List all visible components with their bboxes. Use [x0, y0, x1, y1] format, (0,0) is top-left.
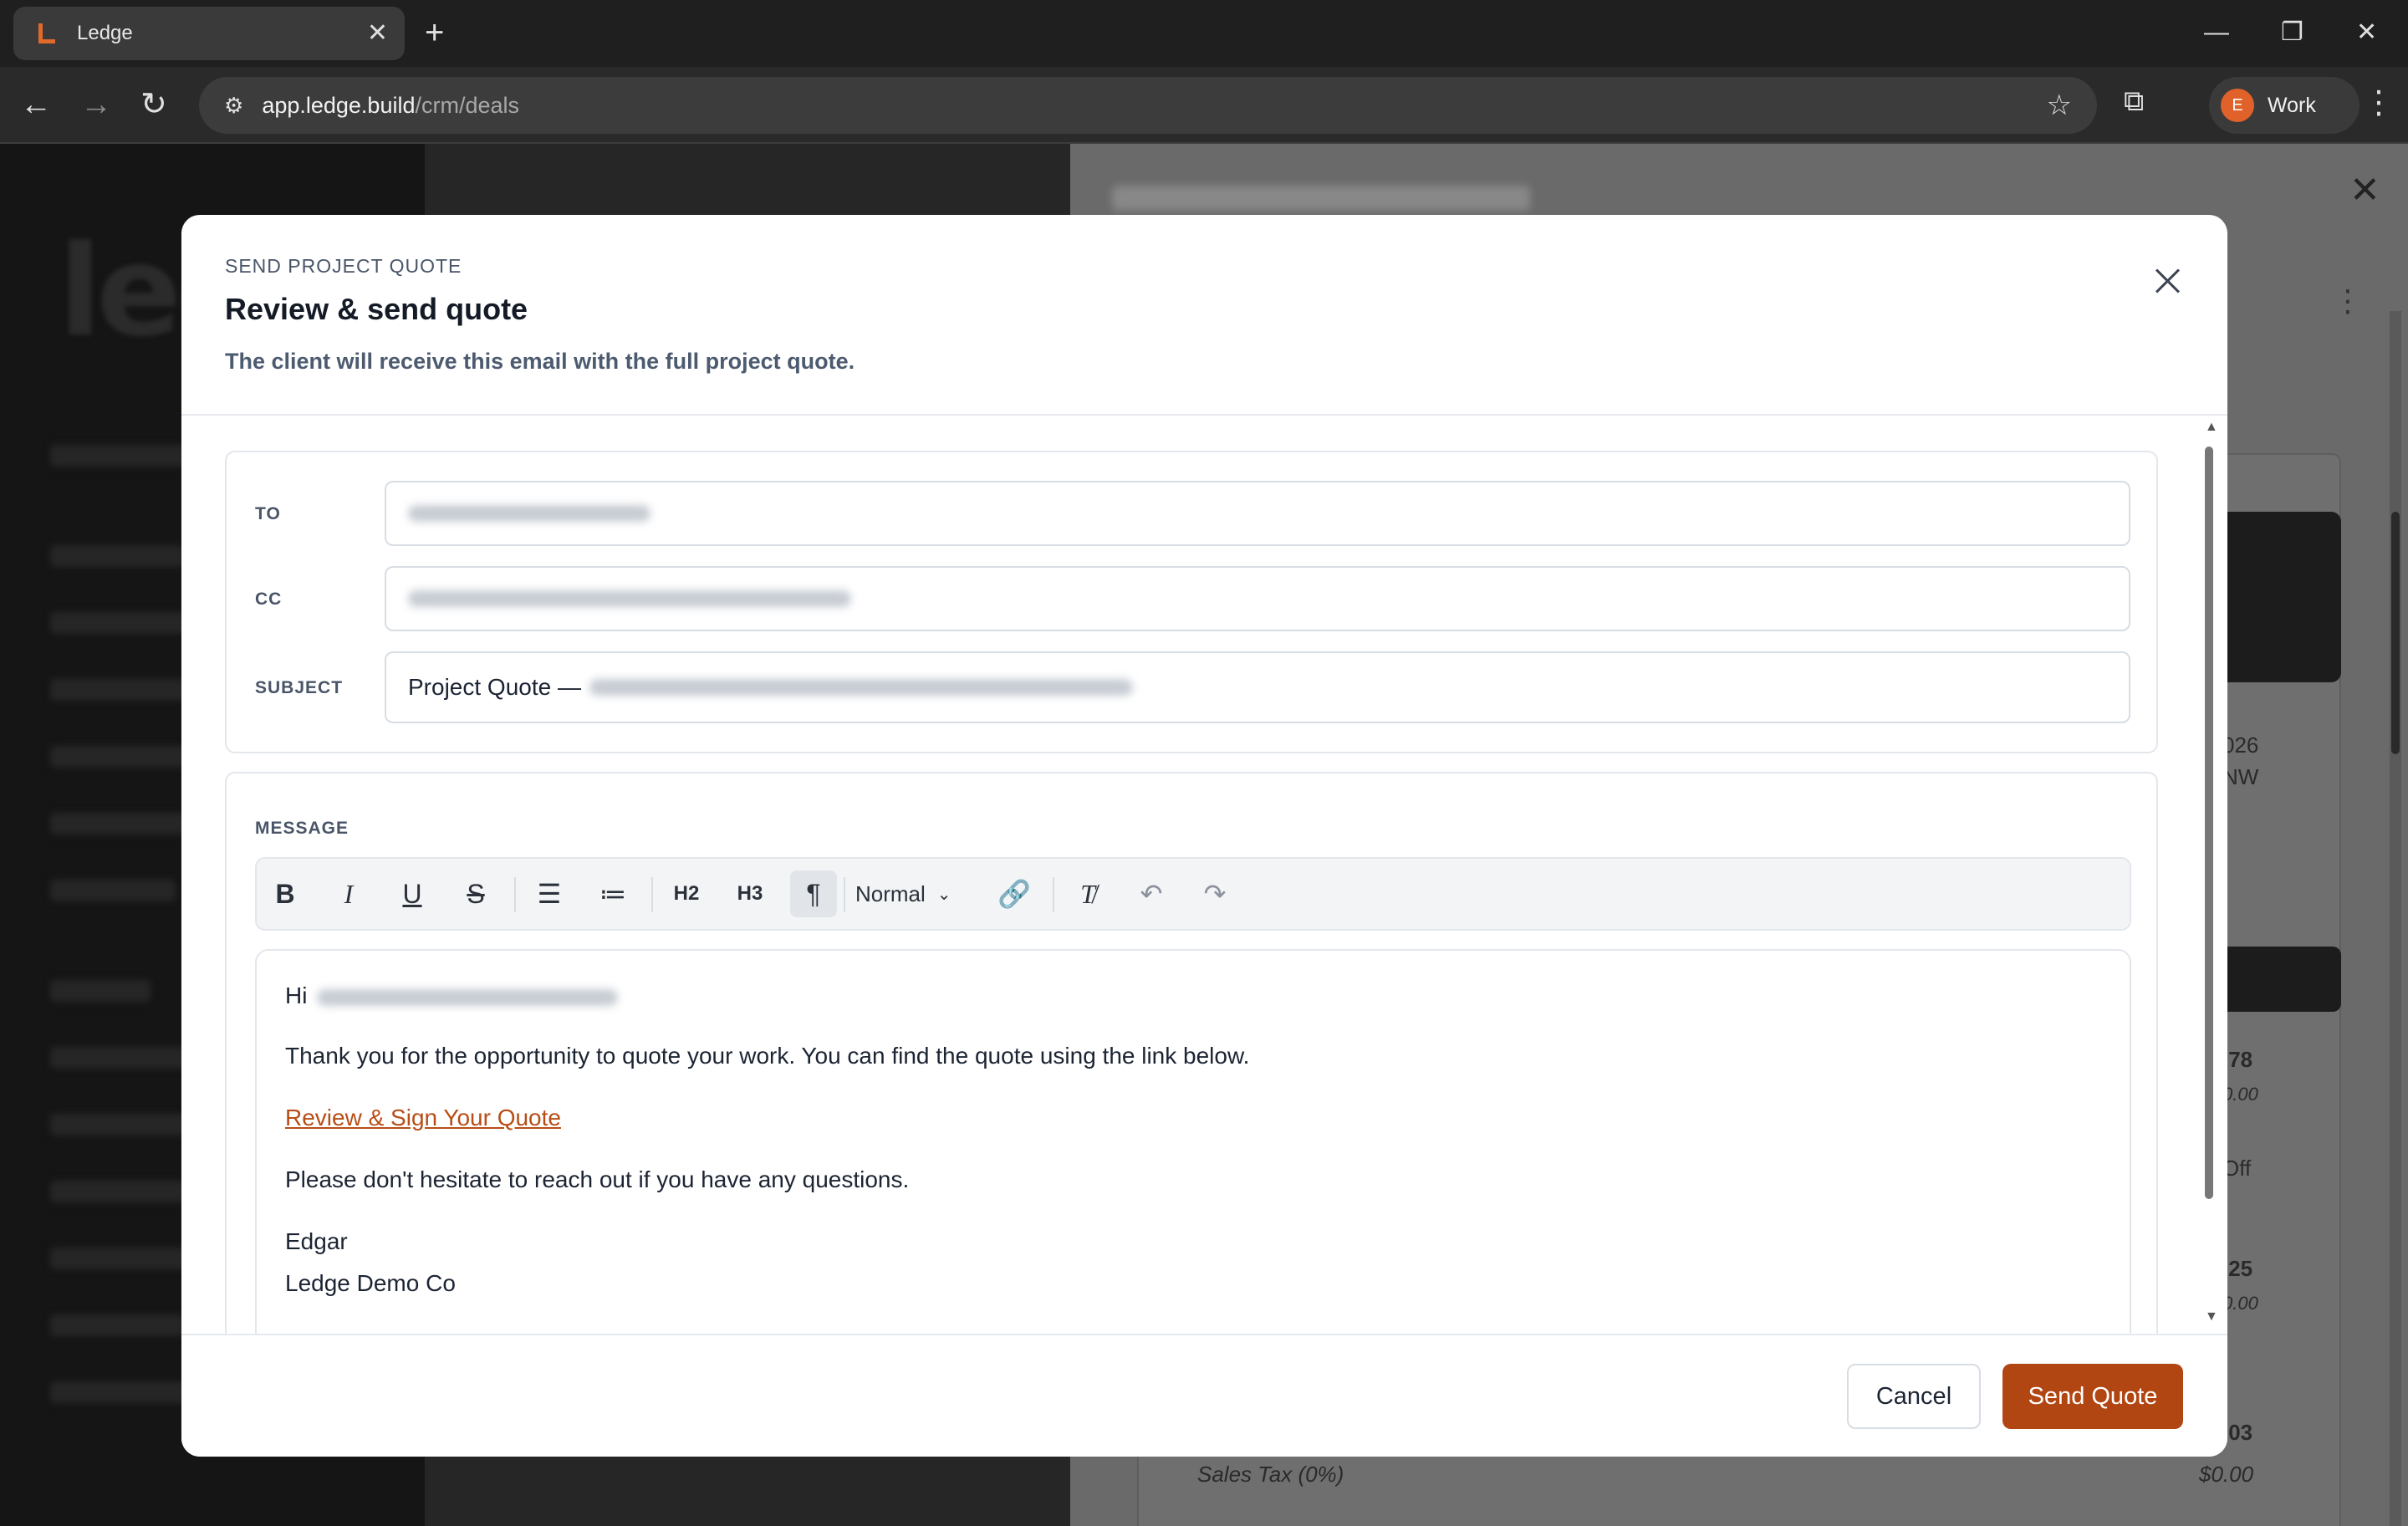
signature-company: Ledge Demo Co — [285, 1270, 456, 1296]
modal-subtitle: The client will receive this email with … — [225, 349, 855, 374]
profile-button[interactable]: E Work — [2209, 77, 2360, 134]
undo-icon[interactable]: ↶ — [1128, 870, 1175, 917]
drawer-value: 026 — [2222, 732, 2259, 758]
review-sign-quote-link[interactable]: Review & Sign Your Quote — [285, 1105, 561, 1130]
modal-header: SEND PROJECT QUOTE Review & send quote T… — [181, 215, 2227, 416]
subject-prefix: Project Quote — — [408, 674, 581, 700]
sidebar-item — [50, 545, 184, 567]
to-label: TO — [255, 504, 281, 523]
sidebar-item — [50, 1114, 192, 1136]
browser-menu-icon[interactable]: ⋮ — [2363, 82, 2395, 124]
cc-label: CC — [255, 589, 283, 609]
browser-toolbar: ← → ↻ ⚙ app.ledge.build/crm/deals ☆ ⧉ E … — [0, 67, 2408, 144]
modal-title: Review & send quote — [225, 292, 528, 326]
search-tabs-icon[interactable]: ⧉ — [2124, 85, 2144, 118]
quote-link-line: Review & Sign Your Quote — [285, 1105, 561, 1131]
sidebar-item — [50, 980, 150, 1002]
text-style-value: Normal — [855, 880, 926, 906]
toolbar-divider — [651, 877, 653, 912]
subject-label: SUBJECT — [255, 678, 344, 697]
summary-block — [2216, 512, 2341, 682]
paragraph-icon[interactable]: ¶ — [790, 870, 837, 917]
url-path: /crm/deals — [415, 92, 520, 118]
subject-project-redacted — [589, 679, 1133, 696]
drawer-value: 0.00 — [2222, 1293, 2258, 1314]
avatar: E — [2221, 89, 2254, 122]
text-style-select[interactable]: Normal ⌄ — [855, 870, 981, 917]
toolbar-divider — [844, 877, 845, 912]
sidebar-item — [50, 746, 201, 768]
modal-scrollbar-thumb[interactable] — [2205, 447, 2213, 1199]
drawer-scrollbar-thumb[interactable] — [2391, 512, 2400, 754]
toolbar-divider — [514, 877, 516, 912]
clear-format-icon[interactable]: T̸ — [1064, 870, 1111, 917]
link-icon[interactable]: 🔗 — [991, 870, 1038, 917]
bookmark-star-icon[interactable]: ☆ — [2047, 89, 2072, 122]
chevron-down-icon: ⌄ — [936, 885, 951, 904]
message-label: MESSAGE — [255, 819, 349, 838]
sidebar-item — [50, 1314, 184, 1336]
message-editor[interactable]: Hi Thank you for the opportunity to quot… — [255, 949, 2131, 1334]
cc-emails-redacted — [408, 590, 851, 607]
send-quote-button[interactable]: Send Quote — [2002, 1364, 2183, 1429]
to-email-redacted — [408, 505, 650, 522]
scroll-up-icon[interactable]: ▲ — [2205, 420, 2218, 435]
redo-icon[interactable]: ↷ — [1191, 870, 1238, 917]
restore-icon[interactable]: ❐ — [2281, 12, 2303, 54]
tab-title: Ledge — [77, 22, 133, 44]
back-icon[interactable]: ← — [20, 84, 52, 125]
modal-body: TO CC SUBJECT Project Quote — MESSAGE B … — [181, 417, 2227, 1334]
sales-tax-label: Sales Tax (0%) — [1197, 1462, 1344, 1487]
modal-close-icon[interactable] — [2146, 260, 2188, 302]
message-card: MESSAGE B I U S ☰ ≔ H2 H3 ¶ Normal ⌄ 🔗 T… — [225, 772, 2158, 1334]
forward-icon[interactable]: → — [80, 84, 112, 125]
sales-tax-value: $0.00 — [2199, 1462, 2254, 1487]
underline-icon[interactable]: U — [389, 870, 436, 917]
ledge-favicon-icon — [33, 21, 59, 46]
editor-toolbar: B I U S ☰ ≔ H2 H3 ¶ Normal ⌄ 🔗 T̸ ↶ ↷ — [255, 857, 2131, 931]
address-bar[interactable]: ⚙ app.ledge.build/crm/deals ☆ — [199, 77, 2097, 134]
cancel-button[interactable]: Cancel — [1847, 1364, 1981, 1429]
modal-footer: Cancel Send Quote — [181, 1334, 2227, 1457]
reload-icon[interactable]: ↻ — [140, 84, 167, 125]
strikethrough-icon[interactable]: S — [452, 870, 499, 917]
scroll-down-icon[interactable]: ▼ — [2205, 1309, 2218, 1324]
italic-icon[interactable]: I — [325, 870, 372, 917]
site-settings-icon[interactable]: ⚙ — [224, 93, 243, 119]
client-name-redacted — [317, 988, 619, 1006]
heading-2-icon[interactable]: H2 — [663, 870, 710, 917]
new-tab-icon[interactable]: + — [425, 12, 444, 54]
greeting: Hi — [285, 982, 308, 1008]
profile-label: Work — [2268, 93, 2316, 117]
window-close-icon[interactable]: ✕ — [2356, 12, 2377, 54]
subject-field[interactable]: Project Quote — — [385, 651, 2130, 723]
drawer-more-icon[interactable]: ⋮ — [2333, 286, 2363, 316]
body-line-2: Please don't hesitate to reach out if yo… — [285, 1166, 910, 1192]
drawer-scrollbar[interactable] — [2390, 311, 2401, 1526]
toolbar-divider — [1053, 877, 1054, 912]
summary-button — [2216, 947, 2341, 1012]
heading-3-icon[interactable]: H3 — [727, 870, 773, 917]
drawer-value: 0.00 — [2222, 1084, 2258, 1105]
send-quote-modal: SEND PROJECT QUOTE Review & send quote T… — [181, 215, 2227, 1457]
url-host: app.ledge.build — [262, 92, 416, 118]
minimize-icon[interactable]: — — [2204, 12, 2229, 54]
drawer-title — [1112, 186, 1530, 211]
drawer-value: NW — [2222, 764, 2259, 789]
cc-field[interactable] — [385, 566, 2130, 631]
bold-icon[interactable]: B — [262, 870, 309, 917]
sidebar-item — [50, 880, 176, 901]
to-field[interactable] — [385, 481, 2130, 546]
browser-tab-bar: Ledge ✕ + — ❐ ✕ — [0, 0, 2408, 67]
modal-eyebrow: SEND PROJECT QUOTE — [225, 255, 462, 277]
greeting-line: Hi — [285, 982, 619, 1009]
recipients-card: TO CC SUBJECT Project Quote — — [225, 451, 2158, 753]
browser-tab[interactable]: Ledge ✕ — [13, 7, 405, 60]
signature-name: Edgar — [285, 1228, 348, 1254]
bullet-list-icon[interactable]: ☰ — [526, 870, 573, 917]
drawer-close-icon[interactable]: ✕ — [2349, 169, 2380, 212]
tab-close-icon[interactable]: ✕ — [367, 21, 388, 46]
body-line-1: Thank you for the opportunity to quote y… — [285, 1043, 1250, 1069]
numbered-list-icon[interactable]: ≔ — [589, 870, 636, 917]
